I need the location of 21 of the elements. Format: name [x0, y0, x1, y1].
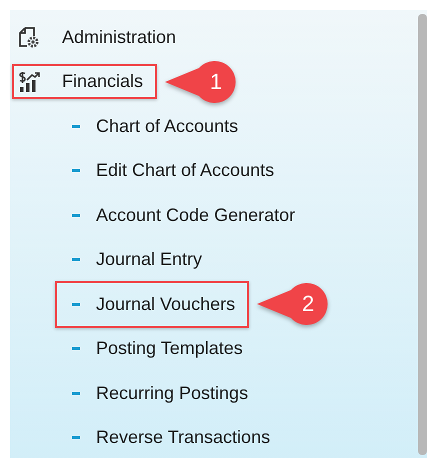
menu-item[interactable]: Chart of Accounts	[55, 102, 252, 150]
menu-item[interactable]: Administration	[12, 20, 190, 55]
scrollbar[interactable]	[418, 14, 427, 455]
dash-icon	[72, 124, 80, 128]
menu-item[interactable]: Financials	[12, 64, 158, 100]
dash-icon	[72, 214, 80, 217]
dash-icon	[72, 302, 80, 306]
chart-icon	[18, 70, 40, 93]
menu-item[interactable]: Edit Chart of Accounts	[55, 147, 288, 194]
menu-item[interactable]: Account Code Generator	[55, 192, 310, 239]
dash-icon	[72, 436, 80, 440]
dash-icon	[72, 392, 80, 395]
menu-item[interactable]: Journal Vouchers	[55, 280, 250, 328]
dash-icon	[72, 347, 80, 350]
menu-item[interactable]: Posting Templates	[55, 325, 257, 372]
document-gear-icon	[18, 26, 40, 48]
dash-icon	[72, 169, 80, 172]
menu-item[interactable]: Journal Entry	[55, 236, 216, 284]
dash-icon	[72, 258, 80, 262]
menu-item[interactable]: Reverse Transactions	[55, 414, 284, 458]
menu-item[interactable]: Recurring Postings	[55, 370, 262, 417]
